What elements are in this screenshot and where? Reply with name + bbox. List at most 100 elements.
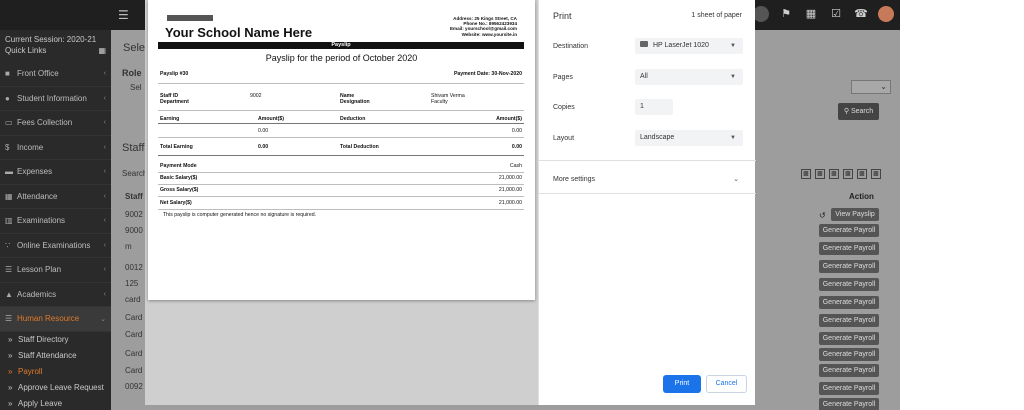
sidebar-item-label: Lesson Plan (17, 265, 62, 275)
grid-icon: ▦ (98, 46, 106, 55)
divider (158, 184, 524, 185)
rss-icon: ∵ (5, 240, 11, 250)
generate-payroll-button[interactable]: Generate Payroll (819, 314, 879, 327)
address-line: Website: www.yoursite.in (461, 31, 517, 37)
layout-select[interactable]: Landscape ▼ (635, 130, 743, 146)
sidebar: Current Session: 2020-21 Quick Links ▦ ■… (0, 30, 111, 410)
flag-icon[interactable]: ⚑ (778, 6, 794, 22)
chevron-left-icon: ‹ (103, 217, 106, 225)
calendar-icon[interactable]: ▦ (803, 6, 819, 22)
sidebar-subitem-payroll[interactable]: » Payroll (0, 364, 111, 380)
sidebar-item-human-resource[interactable]: ☰ Human Resource ⌄ (0, 307, 111, 332)
generate-payroll-button[interactable]: Generate Payroll (819, 348, 879, 361)
subitem-label: Approve Leave Request (18, 383, 104, 392)
earning-amount: 0.00 (258, 128, 269, 134)
subitem-label: Payroll (18, 367, 43, 376)
sidebar-item-income[interactable]: $ Income ‹ (0, 136, 111, 160)
filter-select[interactable]: ⌄ (851, 80, 891, 94)
generate-payroll-button[interactable]: Generate Payroll (819, 332, 879, 345)
sidebar-item-student-information[interactable]: ● Student Information ‹ (0, 87, 111, 111)
more-settings-toggle[interactable]: More settings (553, 176, 595, 183)
basic-salary-value: 21,000.00 (498, 175, 522, 181)
chevron-down-icon: ▼ (730, 135, 736, 141)
top-icons: ⚑ ▦ ☑ ☎ (753, 6, 894, 22)
school-name: Your School Name Here (165, 25, 313, 40)
payslip-preview-page: Your School Name Here Address: 25 Kings … (148, 0, 535, 300)
staff-id-value: 9002 (250, 93, 262, 99)
view-payslip-button[interactable]: View Payslip (831, 208, 879, 221)
hamburger-icon[interactable]: ☰ (118, 8, 129, 22)
excel-icon[interactable]: ▩ (815, 169, 825, 179)
sidebar-item-examinations[interactable]: ▥ Examinations ‹ (0, 209, 111, 234)
copies-input[interactable]: 1 (635, 99, 673, 115)
sidebar-subitem-staff-attendance[interactable]: » Staff Attendance (0, 348, 111, 364)
generate-payroll-button[interactable]: Generate Payroll (819, 260, 879, 273)
generate-payroll-button[interactable]: Generate Payroll (819, 278, 879, 291)
pdf-icon[interactable]: ▩ (843, 169, 853, 179)
money-icon: ▭ (5, 118, 13, 128)
divider (158, 196, 524, 197)
columns-icon[interactable]: ▩ (871, 169, 881, 179)
generate-payroll-button[interactable]: Generate Payroll (819, 398, 879, 410)
chevron-left-icon: ‹ (103, 168, 106, 176)
table-row-id: 0012 (125, 263, 143, 272)
csv-icon[interactable]: ▩ (829, 169, 839, 179)
search-field-fragment[interactable]: Search (122, 169, 147, 178)
sidebar-subitem-apply-leave[interactable]: » Apply Leave (0, 396, 111, 410)
generate-payroll-button[interactable]: Generate Payroll (819, 296, 879, 309)
total-earning-value: 0.00 (258, 144, 269, 150)
mortar-board-icon: ▲ (5, 289, 13, 299)
generate-payroll-button[interactable]: Generate Payroll (819, 242, 879, 255)
table-row-id: m (125, 242, 132, 251)
search-button[interactable]: ⚲ Search (838, 103, 879, 120)
print-icon[interactable]: ▩ (857, 169, 867, 179)
print-dialog-title: Print (553, 11, 572, 21)
copy-icon[interactable]: ▩ (801, 169, 811, 179)
pages-select[interactable]: All ▼ (635, 69, 743, 85)
sidebar-item-lesson-plan[interactable]: ☰ Lesson Plan ‹ (0, 258, 111, 283)
sidebar-item-academics[interactable]: ▲ Academics ‹ (0, 283, 111, 307)
export-toolbar: ▩ ▩ ▩ ▩ ▩ ▩ (801, 169, 881, 179)
net-salary-label: Net Salary($) (160, 200, 192, 206)
table-row-id: card (125, 295, 141, 304)
user-avatar-icon[interactable] (878, 6, 894, 22)
staff-id-header-fragment: Staff (125, 192, 143, 201)
payment-mode-label: Payment Mode (160, 163, 197, 169)
sidebar-item-attendance[interactable]: ▦ Attendance ‹ (0, 185, 111, 209)
divider (158, 123, 524, 124)
pages-label: Pages (553, 74, 573, 81)
generate-payroll-button[interactable]: Generate Payroll (819, 364, 879, 377)
sidebar-item-online-examinations[interactable]: ∵ Online Examinations ‹ (0, 234, 111, 258)
table-row-id: 9002 (125, 210, 143, 219)
sidebar-subitem-staff-directory[interactable]: » Staff Directory (0, 332, 111, 348)
sidebar-item-fees-collection[interactable]: ▭ Fees Collection ‹ (0, 111, 111, 136)
user-icon: ● (5, 93, 10, 103)
generate-payroll-button[interactable]: Generate Payroll (819, 224, 879, 237)
session-label[interactable]: Current Session: 2020-21 (0, 30, 111, 45)
building-icon: ■ (5, 69, 10, 79)
sidebar-item-expenses[interactable]: ▬ Expenses ‹ (0, 160, 111, 185)
undo-icon[interactable]: ↺ (819, 211, 826, 220)
sitemap-icon: ☰ (5, 314, 13, 324)
profile-icon[interactable] (753, 6, 769, 22)
sidebar-item-front-office[interactable]: ■ Front Office ‹ (0, 62, 111, 87)
chevron-left-icon: ‹ (103, 119, 106, 127)
sidebar-subitem-approve-leave-request[interactable]: » Approve Leave Request (0, 380, 111, 396)
table-row-id: 0092 (125, 382, 143, 391)
cancel-button[interactable]: Cancel (706, 375, 747, 393)
table-row-id: 125 (125, 279, 139, 288)
divider (158, 83, 524, 84)
whatsapp-icon[interactable]: ☎ (853, 6, 869, 22)
staff-list-heading-fragment: Staff (122, 142, 145, 154)
designation-value: Faculty (431, 99, 448, 105)
print-button[interactable]: Print (663, 375, 701, 393)
earning-amount-header: Amount($) (258, 116, 284, 122)
print-dialog: Print 1 sheet of paper Destination HP La… (538, 0, 756, 405)
check-square-icon[interactable]: ☑ (828, 6, 844, 22)
chevron-down-icon[interactable]: ⌄ (733, 175, 739, 183)
quick-links[interactable]: Quick Links ▦ (0, 45, 111, 57)
destination-select[interactable]: HP LaserJet 1020 ▼ (635, 38, 743, 54)
role-select-fragment[interactable]: Sel (130, 83, 142, 92)
printer-icon (640, 41, 648, 48)
generate-payroll-button[interactable]: Generate Payroll (819, 382, 879, 395)
